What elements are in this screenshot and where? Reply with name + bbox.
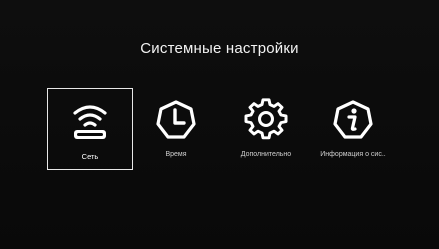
clock-icon xyxy=(156,100,196,139)
menu-item-label: Информация о сис.. xyxy=(320,151,386,158)
menu-item-network[interactable]: Сеть xyxy=(47,88,133,170)
wifi-router-icon xyxy=(73,105,107,139)
menu-item-label: Сеть xyxy=(81,152,99,161)
settings-screen: Системные настройки Сеть Время Дополните… xyxy=(0,0,439,249)
gear-icon xyxy=(244,98,288,140)
menu-item-advanced[interactable]: Дополнительно xyxy=(223,88,309,170)
page-title: Системные настройки xyxy=(140,40,299,57)
menu-item-system-info[interactable]: Информация о сис.. xyxy=(310,88,396,170)
menu-item-label: Дополнительно xyxy=(240,151,292,158)
menu-item-time[interactable]: Время xyxy=(133,88,219,170)
info-icon xyxy=(333,100,373,139)
menu-item-label: Время xyxy=(165,151,187,158)
